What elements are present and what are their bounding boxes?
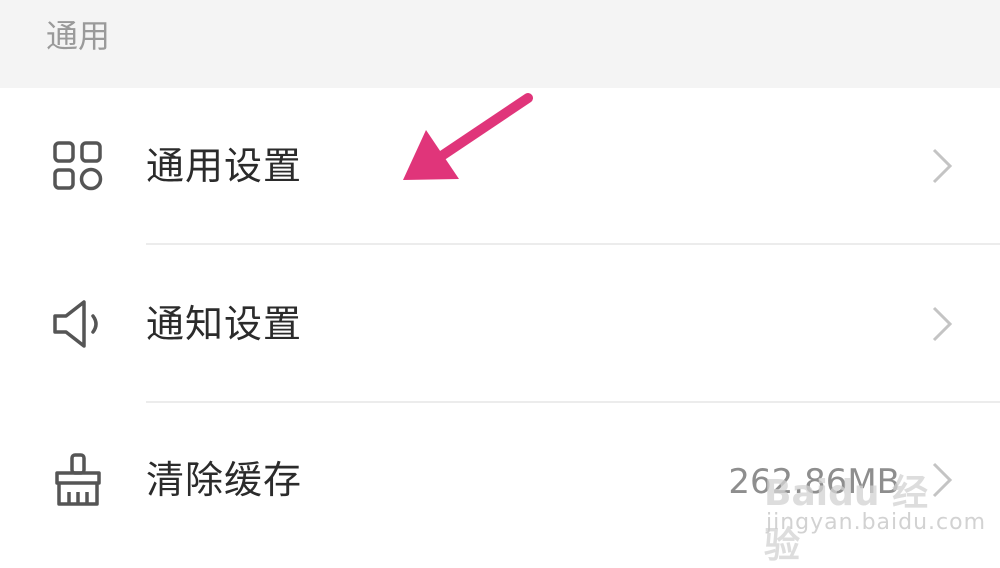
divider: [146, 243, 1000, 245]
chevron-right-icon: [928, 146, 956, 186]
watermark-url: jingyan.baidu.com: [766, 510, 987, 535]
chevron-right-icon: [928, 304, 956, 344]
speaker-icon: [50, 296, 106, 352]
notification-settings-row[interactable]: 通知设置: [0, 246, 1000, 402]
general-settings-label: 通用设置: [146, 144, 303, 188]
watermark: Baidu 经验 jingyan.baidu.com: [760, 464, 985, 566]
notification-settings-label: 通知设置: [146, 302, 303, 346]
section-title: 通用: [46, 17, 111, 55]
section-header: 通用: [0, 0, 1000, 88]
divider: [146, 401, 1000, 403]
brush-icon: [50, 452, 106, 508]
grid-apps-icon: [50, 138, 106, 194]
clear-cache-label: 清除缓存: [146, 458, 303, 502]
general-settings-row[interactable]: 通用设置: [0, 88, 1000, 244]
